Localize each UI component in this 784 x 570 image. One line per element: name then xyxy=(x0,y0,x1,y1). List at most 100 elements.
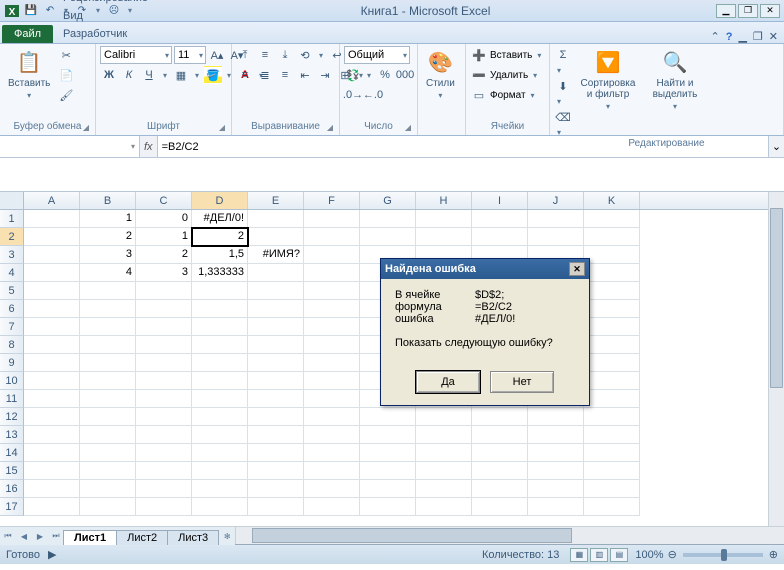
select-all-corner[interactable] xyxy=(0,192,24,210)
cell-F12[interactable] xyxy=(304,408,360,426)
percent-icon[interactable]: % xyxy=(376,66,394,84)
cell-D12[interactable] xyxy=(192,408,248,426)
cell-A13[interactable] xyxy=(24,426,80,444)
sheet-tab-Лист3[interactable]: Лист3 xyxy=(167,530,219,545)
dialog-no-button[interactable]: Нет xyxy=(490,371,554,393)
cell-H17[interactable] xyxy=(416,498,472,516)
align-bottom-icon[interactable]: ⤓ xyxy=(276,46,294,64)
name-box[interactable] xyxy=(0,136,140,157)
find-select-button[interactable]: 🔍 Найти и выделить▾ xyxy=(644,46,706,113)
col-header-I[interactable]: I xyxy=(472,192,528,209)
cell-B11[interactable] xyxy=(80,390,136,408)
cell-K16[interactable] xyxy=(584,480,640,498)
cell-F1[interactable] xyxy=(304,210,360,228)
cell-H16[interactable] xyxy=(416,480,472,498)
row-header-17[interactable]: 17 xyxy=(0,498,24,516)
cell-D3[interactable]: 1,5 xyxy=(192,246,248,264)
cell-B8[interactable] xyxy=(80,336,136,354)
underline-icon[interactable]: Ч xyxy=(140,66,158,84)
cell-E14[interactable] xyxy=(248,444,304,462)
file-tab[interactable]: Файл xyxy=(2,25,53,43)
copy-icon[interactable]: 📄 xyxy=(57,66,75,84)
fill-icon[interactable]: ⬇ xyxy=(554,77,572,95)
italic-icon[interactable]: К xyxy=(120,66,138,84)
cell-A2[interactable] xyxy=(24,228,80,246)
row-header-8[interactable]: 8 xyxy=(0,336,24,354)
tab-Разработчик[interactable]: Разработчик xyxy=(55,25,171,43)
cell-D6[interactable] xyxy=(192,300,248,318)
cell-I14[interactable] xyxy=(472,444,528,462)
cell-E4[interactable] xyxy=(248,264,304,282)
row-header-15[interactable]: 15 xyxy=(0,462,24,480)
zoom-slider[interactable] xyxy=(683,553,763,557)
cell-J1[interactable] xyxy=(528,210,584,228)
cell-I16[interactable] xyxy=(472,480,528,498)
cell-G14[interactable] xyxy=(360,444,416,462)
cell-A15[interactable] xyxy=(24,462,80,480)
vertical-scrollbar[interactable] xyxy=(768,192,784,526)
cell-F15[interactable] xyxy=(304,462,360,480)
cell-A10[interactable] xyxy=(24,372,80,390)
grow-font-icon[interactable]: A▴ xyxy=(208,46,226,64)
cell-I2[interactable] xyxy=(472,228,528,246)
increase-indent-icon[interactable]: ⇥ xyxy=(316,66,334,84)
cell-E8[interactable] xyxy=(248,336,304,354)
cell-A7[interactable] xyxy=(24,318,80,336)
col-header-B[interactable]: B xyxy=(80,192,136,209)
cell-K3[interactable] xyxy=(584,246,640,264)
cell-E11[interactable] xyxy=(248,390,304,408)
cell-F10[interactable] xyxy=(304,372,360,390)
row-header-3[interactable]: 3 xyxy=(0,246,24,264)
cell-F3[interactable] xyxy=(304,246,360,264)
cell-I1[interactable] xyxy=(472,210,528,228)
cell-H15[interactable] xyxy=(416,462,472,480)
cell-F8[interactable] xyxy=(304,336,360,354)
clear-icon[interactable]: ⌫ xyxy=(554,108,572,126)
zoom-out-icon[interactable]: ⊖ xyxy=(668,548,677,561)
cell-D9[interactable] xyxy=(192,354,248,372)
cell-C13[interactable] xyxy=(136,426,192,444)
cell-J16[interactable] xyxy=(528,480,584,498)
cell-C15[interactable] xyxy=(136,462,192,480)
cell-K4[interactable] xyxy=(584,264,640,282)
cell-D4[interactable]: 1,333333 xyxy=(192,264,248,282)
cell-C12[interactable] xyxy=(136,408,192,426)
insert-button[interactable]: ➕Вставить▾ xyxy=(470,46,544,64)
cell-E5[interactable] xyxy=(248,282,304,300)
cell-G16[interactable] xyxy=(360,480,416,498)
delete-button[interactable]: ➖Удалить▾ xyxy=(470,66,540,84)
cell-A3[interactable] xyxy=(24,246,80,264)
dialog-close-icon[interactable]: ✕ xyxy=(569,262,585,276)
sort-filter-button[interactable]: 🔽 Сортировка и фильтр▾ xyxy=(575,46,641,113)
cell-J2[interactable] xyxy=(528,228,584,246)
macro-record-icon[interactable]: ▶ xyxy=(48,548,56,561)
cell-E12[interactable] xyxy=(248,408,304,426)
align-top-icon[interactable]: ⤒ xyxy=(236,46,254,64)
cell-A16[interactable] xyxy=(24,480,80,498)
cell-B15[interactable] xyxy=(80,462,136,480)
cell-B5[interactable] xyxy=(80,282,136,300)
styles-button[interactable]: 🎨 Стили▾ xyxy=(422,46,459,102)
ribbon-minimize-icon[interactable]: ⌃ xyxy=(710,30,719,43)
number-format-combo[interactable]: Общий xyxy=(344,46,410,64)
cell-K12[interactable] xyxy=(584,408,640,426)
cell-K8[interactable] xyxy=(584,336,640,354)
cell-I13[interactable] xyxy=(472,426,528,444)
cell-E1[interactable] xyxy=(248,210,304,228)
cell-E9[interactable] xyxy=(248,354,304,372)
cell-K9[interactable] xyxy=(584,354,640,372)
cut-icon[interactable]: ✂ xyxy=(57,46,75,64)
cell-A17[interactable] xyxy=(24,498,80,516)
cell-B6[interactable] xyxy=(80,300,136,318)
save-icon[interactable]: 💾 xyxy=(23,3,39,19)
cell-C4[interactable]: 3 xyxy=(136,264,192,282)
page-break-view-icon[interactable]: ▤ xyxy=(610,548,628,562)
row-header-16[interactable]: 16 xyxy=(0,480,24,498)
fx-icon[interactable]: fx xyxy=(144,141,153,153)
row-header-10[interactable]: 10 xyxy=(0,372,24,390)
minimize-button[interactable]: ▁ xyxy=(716,4,736,18)
cell-E16[interactable] xyxy=(248,480,304,498)
cell-F16[interactable] xyxy=(304,480,360,498)
cell-A5[interactable] xyxy=(24,282,80,300)
cell-D7[interactable] xyxy=(192,318,248,336)
